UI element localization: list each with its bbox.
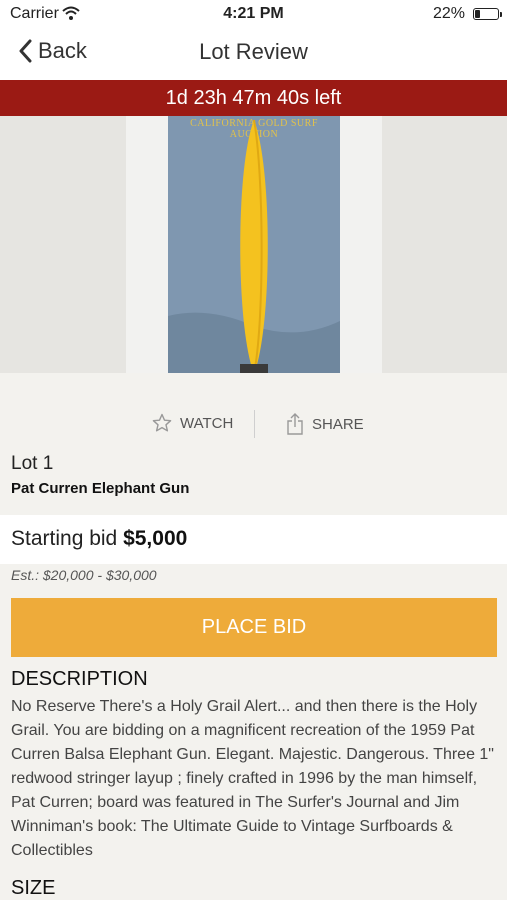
battery-icon <box>473 8 502 20</box>
starting-bid-label: Starting bid <box>11 527 118 550</box>
nav-bar: Back Lot Review <box>0 28 507 80</box>
lot-number: Lot 1 <box>11 453 54 474</box>
status-time: 4:21 PM <box>223 5 284 22</box>
lot-actions: WATCH SHARE <box>0 405 507 445</box>
share-icon <box>287 413 303 435</box>
status-bar: Carrier 4:21 PM 22% <box>0 0 507 28</box>
starting-bid: Starting bid $5,000 <box>11 527 187 551</box>
share-button[interactable]: SHARE <box>286 413 364 435</box>
watch-label: WATCH <box>180 414 234 432</box>
place-bid-button[interactable]: PLACE BID <box>11 598 497 657</box>
description-text: No Reserve There's a Holy Grail Alert...… <box>11 698 494 859</box>
gallery-side-panel-left <box>126 116 168 373</box>
gallery-side-panel-right <box>340 116 382 373</box>
lot-title: Pat Curren Elephant Gun <box>11 480 190 497</box>
description-heading: DESCRIPTION <box>11 668 148 690</box>
starting-bid-box: Starting bid $5,000 <box>0 515 507 564</box>
starting-bid-amount: $5,000 <box>123 527 188 550</box>
size-heading: SIZE <box>11 877 56 899</box>
star-icon <box>152 413 172 432</box>
battery-fill <box>475 10 480 18</box>
battery-percent: 22% <box>432 5 465 22</box>
page-title: Lot Review <box>199 39 308 64</box>
lot-image-gallery[interactable]: CALIFORNIA GOLD SURF AUCTION <box>0 116 507 373</box>
time-left-banner: 1d 23h 47m 40s left <box>0 80 507 116</box>
estimate-range: Est.: $20,000 - $30,000 <box>11 567 157 583</box>
actions-divider <box>254 410 255 438</box>
share-label: SHARE <box>312 415 364 433</box>
lot-photo[interactable]: CALIFORNIA GOLD SURF AUCTION <box>168 116 340 373</box>
watch-button[interactable]: WATCH <box>152 413 233 433</box>
surfboard-image <box>168 119 340 373</box>
